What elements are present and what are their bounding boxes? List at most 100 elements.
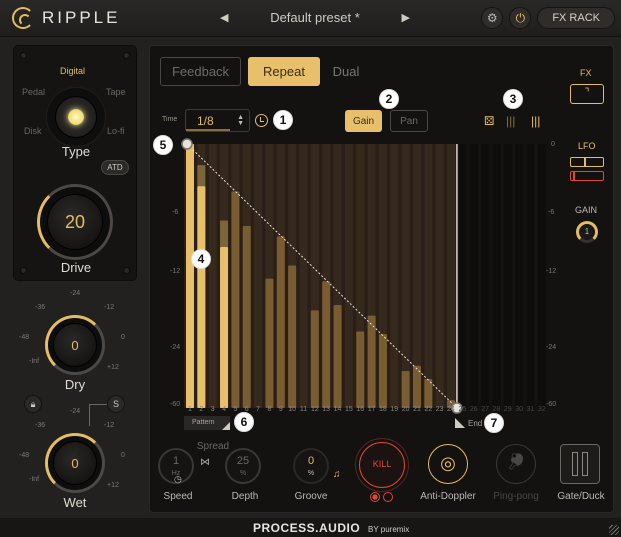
settings-button[interactable]: ⚙ [481, 7, 504, 29]
step-slot[interactable] [481, 144, 490, 408]
depth-knob[interactable]: 25 % [225, 448, 261, 484]
step-slot[interactable] [344, 144, 353, 408]
dry-tick: -36 [35, 304, 46, 311]
wet-knob-group: -Inf -48 -36 -24 -12 0 +12 0 Wet [15, 408, 125, 518]
type-option-lofi[interactable]: Lo-fi [107, 126, 125, 136]
drive-value: 20 [64, 211, 86, 232]
step-bar[interactable] [276, 236, 285, 408]
step-slot[interactable] [526, 144, 535, 408]
type-option-disk[interactable]: Disk [24, 126, 42, 136]
dry-knob[interactable]: 0 [53, 323, 97, 367]
spread-link-icon[interactable]: ⋈ [200, 457, 210, 468]
lfo-gain-slider-handle[interactable] [584, 157, 586, 166]
step-bar[interactable] [220, 246, 229, 408]
bars-icon[interactable]: ||| [531, 114, 540, 128]
step-slot[interactable] [435, 144, 444, 408]
step-bar[interactable] [356, 331, 365, 408]
step-bar[interactable] [367, 315, 376, 408]
power-button[interactable]: ⏻ [509, 7, 532, 29]
lfo-gain-slider[interactable] [570, 157, 604, 167]
atd-button[interactable]: ATD [101, 160, 129, 175]
x-tick-label: 3 [210, 406, 215, 413]
step-bar[interactable] [378, 334, 387, 408]
gain-knob[interactable]: 1 [576, 221, 598, 243]
fx-rack-button[interactable]: FX RACK [537, 7, 615, 29]
spinner-icon[interactable]: ▲ ▼ [237, 114, 244, 127]
step-bar[interactable] [310, 310, 319, 408]
gain-button[interactable]: Gain [345, 110, 382, 132]
callout-badge-3: 3 [503, 89, 523, 109]
speed-sync-clock-icon[interactable]: ◷ [174, 474, 182, 485]
type-option-digital[interactable]: Digital [60, 66, 85, 76]
step-slot[interactable] [503, 144, 512, 408]
time-select[interactable]: 1/8 ▲ ▼ [185, 109, 250, 132]
step-bar[interactable] [231, 191, 240, 408]
step-slot[interactable] [424, 144, 433, 408]
step-slot[interactable] [254, 144, 263, 408]
filter-curve-icon[interactable]: ⌝ [570, 84, 604, 104]
x-tick-label: 28 [492, 406, 501, 413]
gate-duck-button[interactable] [560, 444, 600, 484]
type-option-tape[interactable]: Tape [106, 87, 126, 97]
groove-knob[interactable]: 0 % [293, 448, 329, 484]
drive-knob[interactable]: 20 [47, 194, 103, 250]
step-bar[interactable] [288, 265, 297, 408]
screw-icon [123, 52, 130, 59]
pattern-handle-icon[interactable] [222, 422, 230, 430]
step-bar[interactable] [197, 186, 206, 408]
wet-tick: +12 [107, 482, 119, 489]
dice-icon[interactable]: ⚄ [484, 114, 494, 128]
anti-doppler-button[interactable]: ◎ [428, 444, 468, 484]
step-slot[interactable] [401, 144, 410, 408]
wet-tick: -Inf [29, 476, 40, 483]
preset-name[interactable]: Default preset * [270, 10, 360, 25]
kill-button[interactable]: KILL [359, 442, 405, 488]
lfo-pan-slider-handle[interactable] [573, 171, 575, 180]
step-bar[interactable] [322, 281, 331, 408]
resize-grip-icon[interactable] [609, 525, 619, 535]
x-tick-label: 18 [379, 406, 387, 413]
step-bar[interactable] [265, 278, 274, 408]
end-handle-icon[interactable] [455, 418, 465, 428]
step-slot[interactable] [447, 144, 456, 408]
step-slot[interactable] [492, 144, 501, 408]
step-slot[interactable] [458, 144, 467, 408]
step-slot[interactable] [537, 144, 546, 408]
x-tick-label: 16 [356, 406, 365, 413]
clock-icon[interactable] [255, 114, 268, 127]
step-slot[interactable] [299, 144, 308, 408]
pan-button[interactable]: Pan [390, 110, 428, 132]
ripple-logo-icon [12, 7, 34, 29]
step-bar[interactable] [333, 305, 342, 408]
kill-mode-radio-2[interactable] [383, 492, 393, 502]
kill-mode-radio-1[interactable] [370, 492, 380, 502]
x-tick-label: 19 [390, 406, 399, 413]
step-bar[interactable] [242, 225, 251, 408]
step-slot[interactable] [515, 144, 524, 408]
step-slot[interactable] [208, 144, 217, 408]
step-slot[interactable] [390, 144, 399, 408]
bars-dim-icon[interactable]: ||| [506, 114, 515, 128]
dry-tick: -Inf [29, 358, 40, 365]
caret-left-icon[interactable]: ◀ [220, 11, 228, 24]
type-title: Type [61, 144, 91, 159]
main-panel: Feedback Repeat Dual Time 1/8 ▲ ▼ 1 2 Gai… [149, 45, 614, 513]
step-bar[interactable] [401, 371, 410, 408]
wet-knob[interactable]: 0 [53, 441, 97, 485]
type-option-pedal[interactable]: Pedal [22, 87, 45, 97]
dry-tick: +12 [107, 364, 119, 371]
step-slot[interactable] [469, 144, 478, 408]
tab-dual[interactable]: Dual [326, 57, 366, 86]
groove-dancer-icon[interactable]: ♫ [333, 469, 341, 480]
wet-tick: 0 [121, 452, 125, 459]
caret-right-icon[interactable]: ▶ [402, 11, 410, 24]
callout-badge-7: 7 [484, 413, 504, 433]
pattern-graph-svg [181, 138, 546, 414]
tab-repeat[interactable]: Repeat [248, 57, 320, 86]
step-bar[interactable] [186, 144, 194, 408]
decay-start-handle[interactable] [181, 138, 193, 150]
tab-feedback[interactable]: Feedback [160, 57, 241, 86]
lfo-pan-slider[interactable] [570, 171, 604, 181]
ping-pong-button[interactable]: 🏓︎ [496, 444, 536, 484]
pattern-graph[interactable] [181, 138, 552, 414]
